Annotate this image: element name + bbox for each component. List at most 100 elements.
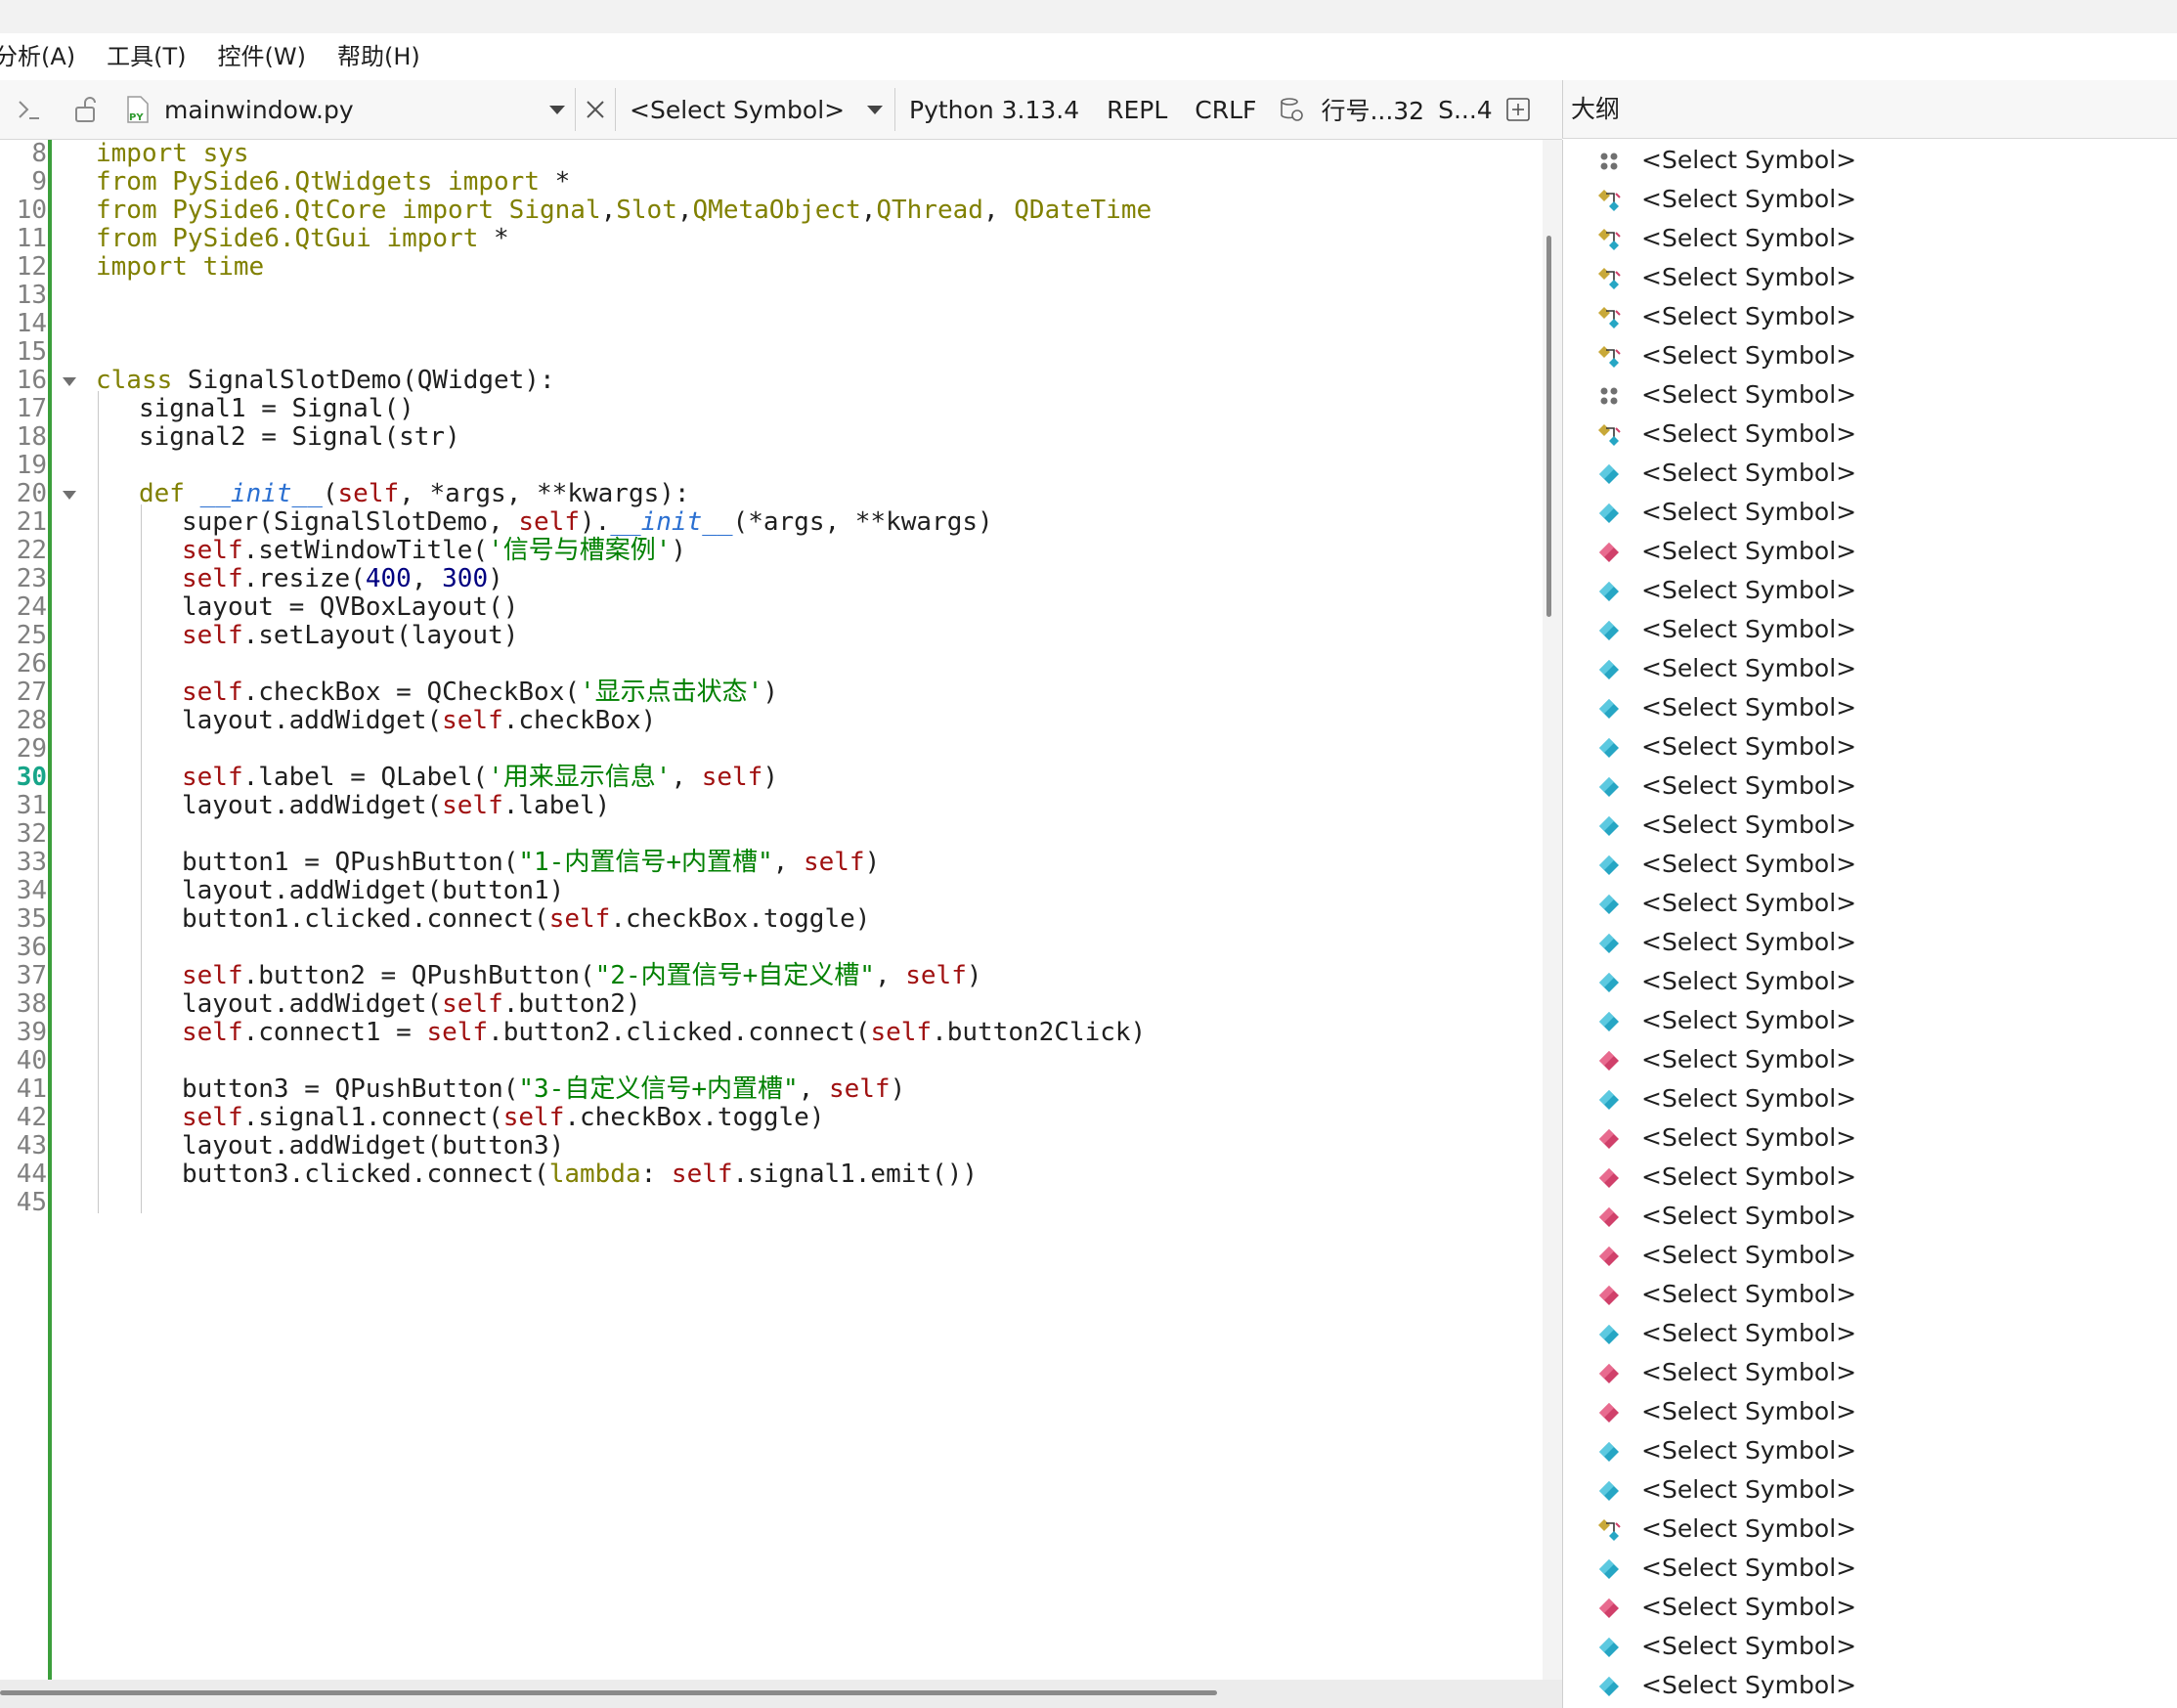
fold-toggle-icon[interactable] xyxy=(63,491,76,500)
code-line[interactable]: import time xyxy=(96,247,264,287)
close-file-icon[interactable] xyxy=(576,80,615,139)
outline-item[interactable]: <Select Symbol> xyxy=(1563,1040,2177,1079)
indent-guide xyxy=(141,504,142,533)
code-line[interactable]: signal2 = Signal(str) xyxy=(139,417,460,458)
outline-item[interactable]: <Select Symbol> xyxy=(1563,454,2177,493)
line-ending[interactable]: CRLF xyxy=(1181,80,1270,139)
outline-item[interactable]: <Select Symbol> xyxy=(1563,1627,2177,1666)
outline-item[interactable]: <Select Symbol> xyxy=(1563,1001,2177,1040)
outline-item-label: <Select Symbol> xyxy=(1641,498,1857,526)
python-version[interactable]: Python 3.13.4 xyxy=(895,80,1093,139)
outline-item[interactable]: <Select Symbol> xyxy=(1563,962,2177,1001)
outline-item[interactable]: <Select Symbol> xyxy=(1563,806,2177,845)
outline-item[interactable]: <Select Symbol> xyxy=(1563,727,2177,766)
outline-item-label: <Select Symbol> xyxy=(1641,1632,1857,1660)
outline-item[interactable]: <Select Symbol> xyxy=(1563,1158,2177,1197)
variable-icon xyxy=(1596,1556,1622,1582)
menu-widgets[interactable]: 控件(W) xyxy=(202,33,322,80)
outline-item[interactable]: <Select Symbol> xyxy=(1563,141,2177,180)
cursor-position[interactable]: 行号...32 xyxy=(1313,80,1432,139)
indent-guide xyxy=(98,703,99,731)
outline-item[interactable]: <Select Symbol> xyxy=(1563,1470,2177,1510)
file-selector[interactable]: PY mainwindow.py xyxy=(115,80,575,139)
navigate-icon[interactable] xyxy=(0,80,57,139)
outline-title: 大纲 xyxy=(1562,80,2177,139)
code-line[interactable]: layout.addWidget(self.checkBox) xyxy=(182,701,656,741)
outline-item[interactable]: <Select Symbol> xyxy=(1563,610,2177,649)
outline-item[interactable]: <Select Symbol> xyxy=(1563,571,2177,610)
outline-item[interactable]: <Select Symbol> xyxy=(1563,297,2177,336)
import-icon xyxy=(1596,344,1622,370)
outline-item[interactable]: <Select Symbol> xyxy=(1563,532,2177,571)
outline-item-label: <Select Symbol> xyxy=(1641,146,1857,174)
code-line[interactable]: layout.addWidget(self.label) xyxy=(182,786,610,826)
outline-item[interactable]: <Select Symbol> xyxy=(1563,1314,2177,1353)
variable-icon xyxy=(1596,657,1622,682)
indent-guide xyxy=(141,986,142,1015)
encoding-icon[interactable] xyxy=(1270,80,1313,139)
code-line[interactable]: button1.clicked.connect(self.checkBox.to… xyxy=(182,899,870,940)
lock-icon[interactable] xyxy=(57,80,115,139)
outline-item[interactable]: <Select Symbol> xyxy=(1563,493,2177,532)
outline-item[interactable]: <Select Symbol> xyxy=(1563,1431,2177,1470)
repl-button[interactable]: REPL xyxy=(1093,80,1181,139)
outline-item-label: <Select Symbol> xyxy=(1641,850,1857,878)
menu-tools[interactable]: 工具(T) xyxy=(91,33,201,80)
outline-item-label: <Select Symbol> xyxy=(1641,928,1857,956)
outline-item-label: <Select Symbol> xyxy=(1641,810,1857,839)
outline-item[interactable]: <Select Symbol> xyxy=(1563,258,2177,297)
variable-icon xyxy=(1596,1087,1622,1113)
code-editor[interactable]: 8 9 10 11 12 13 14 15 16 17 18 19 20 21 22 23 24 25 26 27 28… xyxy=(0,140,1543,1680)
outline-item[interactable]: <Select Symbol> xyxy=(1563,1588,2177,1627)
vertical-scroll-thumb[interactable] xyxy=(1546,236,1551,617)
indent-guide xyxy=(98,590,99,618)
change-bar xyxy=(48,140,52,1680)
outline-item[interactable]: <Select Symbol> xyxy=(1563,923,2177,962)
indent-guide xyxy=(98,675,99,703)
indent-guide xyxy=(98,788,99,816)
menu-help[interactable]: 帮助(H) xyxy=(322,33,436,80)
class-icon xyxy=(1596,1517,1622,1543)
outline-item[interactable]: <Select Symbol> xyxy=(1563,180,2177,219)
outline-item[interactable]: <Select Symbol> xyxy=(1563,884,2177,923)
outline-item[interactable]: <Select Symbol> xyxy=(1563,1236,2177,1275)
indent-guide xyxy=(98,1157,99,1185)
variable-icon xyxy=(1596,853,1622,878)
outline-item[interactable]: <Select Symbol> xyxy=(1563,1510,2177,1549)
outline-item[interactable]: <Select Symbol> xyxy=(1563,1275,2177,1314)
split-icon[interactable] xyxy=(1499,80,1538,139)
outline-item[interactable]: <Select Symbol> xyxy=(1563,649,2177,688)
outline-item-label: <Select Symbol> xyxy=(1641,341,1857,370)
outline-item[interactable]: <Select Symbol> xyxy=(1563,1118,2177,1158)
outline-item[interactable]: <Select Symbol> xyxy=(1563,845,2177,884)
outline-item[interactable]: <Select Symbol> xyxy=(1563,1197,2177,1236)
outline-item[interactable]: <Select Symbol> xyxy=(1563,219,2177,258)
outline-item[interactable]: <Select Symbol> xyxy=(1563,375,2177,415)
outline-item[interactable]: <Select Symbol> xyxy=(1563,1549,2177,1588)
horizontal-scrollbar[interactable] xyxy=(0,1680,1562,1708)
code-line[interactable]: self.connect1 = self.button2.clicked.con… xyxy=(182,1013,1146,1053)
outline-item[interactable]: <Select Symbol> xyxy=(1563,1392,2177,1431)
python-file-icon: PY xyxy=(125,95,151,124)
outline-item[interactable]: <Select Symbol> xyxy=(1563,1353,2177,1392)
outline-item[interactable]: <Select Symbol> xyxy=(1563,688,2177,727)
indent-setting[interactable]: S...4 xyxy=(1432,80,1499,139)
outline-item[interactable]: <Select Symbol> xyxy=(1563,1079,2177,1118)
code-line[interactable]: button3.clicked.connect(lambda: self.sig… xyxy=(182,1155,978,1195)
outline-item-label: <Select Symbol> xyxy=(1641,1162,1857,1191)
indent-guide xyxy=(141,1043,142,1072)
vertical-scrollbar[interactable] xyxy=(1543,140,1562,1680)
outline-item[interactable]: <Select Symbol> xyxy=(1563,336,2177,375)
outline-item[interactable]: <Select Symbol> xyxy=(1563,1666,2177,1705)
code-line[interactable]: self.setLayout(layout) xyxy=(182,616,518,656)
import-icon xyxy=(1596,227,1622,252)
fold-toggle-icon[interactable] xyxy=(63,377,76,386)
title-strip xyxy=(0,0,2177,33)
indent-guide xyxy=(98,391,99,419)
outline-item[interactable]: <Select Symbol> xyxy=(1563,415,2177,454)
outline-item[interactable]: <Select Symbol> xyxy=(1563,766,2177,806)
horizontal-scroll-thumb[interactable] xyxy=(0,1690,1217,1695)
menu-analyze[interactable]: 分析(A) xyxy=(0,33,91,80)
indent-guide xyxy=(141,1072,142,1100)
symbol-selector[interactable]: <Select Symbol> xyxy=(616,80,894,139)
